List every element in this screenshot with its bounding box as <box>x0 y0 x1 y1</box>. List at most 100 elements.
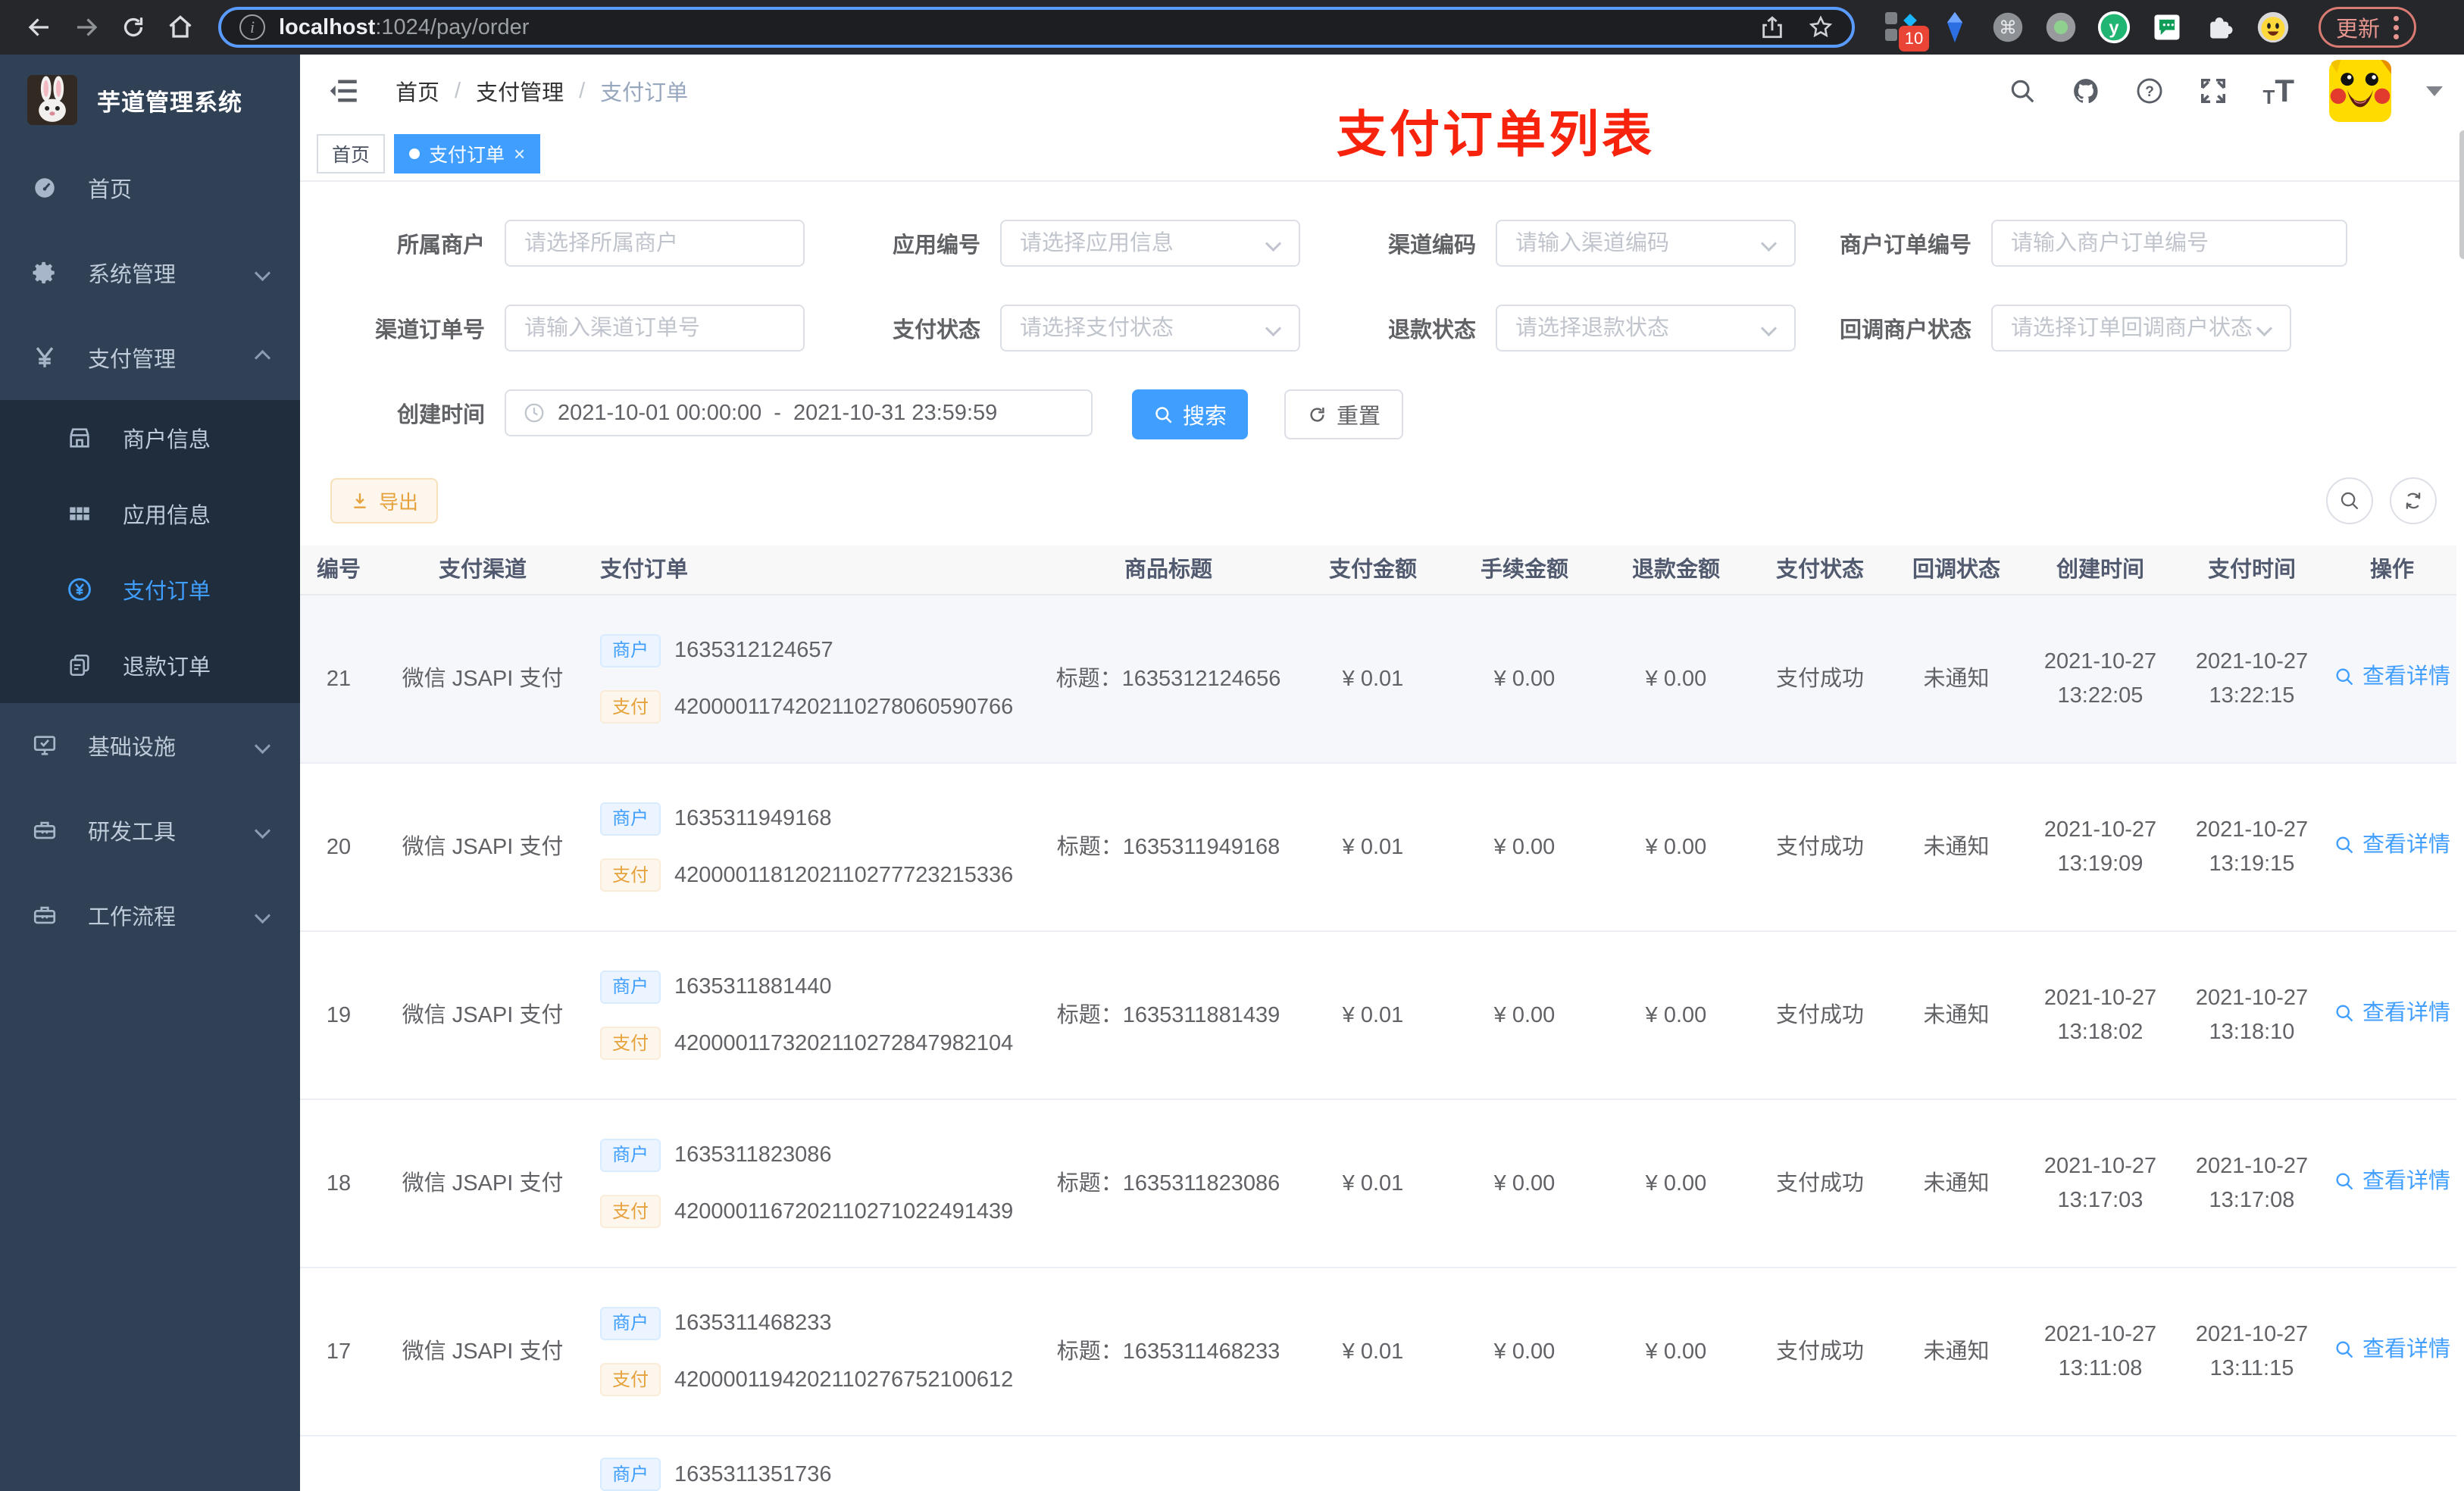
site-info-icon[interactable]: i <box>239 14 265 40</box>
pay-tag: 支付 <box>600 1027 661 1061</box>
view-detail-link[interactable]: 查看详情 <box>2334 828 2450 862</box>
column-回调状态: 回调状态 <box>1912 557 2000 582</box>
column-手续金额: 手续金额 <box>1480 557 1568 582</box>
monitor-icon <box>32 733 58 758</box>
cell-order-no: 商户 1635311881440 支付 4200001173202110272847… <box>570 970 1040 1061</box>
scrollbar[interactable] <box>2459 130 2464 259</box>
export-button[interactable]: 导出 <box>330 478 439 524</box>
column-支付状态: 支付状态 <box>1775 557 1864 582</box>
extensions-puzzle-icon[interactable] <box>2202 9 2238 45</box>
table-row[interactable]: 20 微信 JSAPI 支付 商户 1635311949168 支付 4200001… <box>300 764 2456 932</box>
chevron-down-icon <box>254 822 271 839</box>
bookmark-star-icon[interactable] <box>1808 14 1834 40</box>
cell-channel: 微信 JSAPI 支付 <box>402 834 564 859</box>
forward-icon[interactable] <box>67 8 106 47</box>
hamburger-icon[interactable] <box>329 75 361 107</box>
reset-button[interactable]: 重置 <box>1284 389 1404 439</box>
chevron-down-icon[interactable] <box>2426 86 2443 96</box>
tag-home[interactable]: 首页 <box>317 134 386 173</box>
table-row[interactable]: 17 微信 JSAPI 支付 商户 1635311468233 支付 4200001… <box>300 1268 2456 1436</box>
view-detail-link[interactable]: 查看详情 <box>2334 1164 2450 1199</box>
filter-input-支付状态[interactable] <box>1002 306 1299 350</box>
extension-kite-icon[interactable] <box>1937 9 1973 45</box>
filter-input-所属商户[interactable] <box>506 221 803 265</box>
browser-menu-icon[interactable] <box>2394 15 2400 39</box>
back-icon[interactable] <box>20 8 59 47</box>
view-detail-link[interactable]: 查看详情 <box>2334 1333 2450 1367</box>
breadcrumb-home[interactable]: 首页 <box>396 75 439 107</box>
filter-input-商户订单编号[interactable] <box>1993 221 2346 265</box>
sidebar-item-研发工具[interactable]: 研发工具 <box>0 788 300 873</box>
cell-refund-amount: ¥ 0.00 <box>1645 1339 1707 1364</box>
reload-icon[interactable] <box>114 8 153 47</box>
navbar: 首页 / 支付管理 / 支付订单 支付订单列表 ? TT <box>300 55 2464 162</box>
profile-emoji-icon[interactable] <box>2255 9 2291 45</box>
app-logo[interactable]: 芋道管理系统 <box>0 55 300 145</box>
dashboard-icon <box>32 175 58 201</box>
extension-chat-icon[interactable] <box>2149 9 2185 45</box>
user-avatar[interactable] <box>2329 60 2391 122</box>
header-search-icon[interactable] <box>2008 77 2037 105</box>
extension-y-icon[interactable]: y <box>2096 9 2132 45</box>
filter-渠道编码: 渠道编码 <box>1321 220 1796 267</box>
gear-icon <box>32 260 58 286</box>
cell-order-no: 商户 1635311468233 支付 4200001194202110276752… <box>570 1306 1040 1397</box>
sidebar-item-系统管理[interactable]: 系统管理 <box>0 230 300 315</box>
filter-input-回调商户状态[interactable] <box>1993 306 2290 350</box>
merchant-tag: 商户 <box>600 1458 661 1491</box>
cell-pay-status: 支付成功 <box>1775 1339 1864 1364</box>
fullscreen-icon[interactable] <box>2199 77 2228 105</box>
extension-dot-icon[interactable] <box>2043 9 2079 45</box>
extension-tasks-icon[interactable]: 10 <box>1884 9 1929 52</box>
filter-input-渠道订单号[interactable] <box>506 306 803 350</box>
search-button[interactable]: 搜索 <box>1132 389 1249 439</box>
table-row[interactable]: 18 微信 JSAPI 支付 商户 1635311823086 支付 4200001… <box>300 1100 2456 1268</box>
sidebar-item-首页[interactable]: 首页 <box>0 145 300 230</box>
font-size-icon[interactable]: TT <box>2262 73 2294 109</box>
sidebar-item-基础设施[interactable]: 基础设施 <box>0 703 300 788</box>
browser-update-button[interactable]: 更新 <box>2319 7 2417 48</box>
filter-input-应用编号[interactable] <box>1002 221 1299 265</box>
tag-close-icon[interactable]: × <box>514 142 525 166</box>
home-icon[interactable] <box>161 8 200 47</box>
column-支付时间: 支付时间 <box>2207 557 2296 582</box>
filter-input-退款状态[interactable] <box>1497 306 1794 350</box>
tag-pay-order[interactable]: 支付订单 × <box>394 134 541 173</box>
share-icon[interactable] <box>1759 14 1785 40</box>
refresh-table-button[interactable] <box>2390 477 2437 524</box>
orders-table: 编号 支付渠道 支付订单 商品标题 支付金额 手续金额 退款金额 支付状态 回调状态 创建时间 支付… <box>300 545 2456 1491</box>
extension-command-icon[interactable]: ⌘ <box>1990 9 2026 45</box>
cell-pay-time: 2021-10-27 13:18:10 <box>2195 986 2309 1044</box>
cell-refund-amount: ¥ 0.00 <box>1645 666 1707 691</box>
filter-input-渠道编码[interactable] <box>1497 221 1794 265</box>
table-row[interactable]: 21 微信 JSAPI 支付 商户 1635312124657 支付 4200001… <box>300 595 2456 764</box>
active-dot <box>409 148 421 159</box>
column-退款金额: 退款金额 <box>1631 557 1720 582</box>
cell-channel: 微信 JSAPI 支付 <box>402 1339 564 1364</box>
cell-order-no: 商户 1635312124657 支付 4200001174202110278060… <box>570 633 1040 724</box>
sidebar-item-退款订单[interactable]: 退款订单 <box>0 627 300 703</box>
filter-row-2: 渠道订单号 支付状态 退款状态 回调商户状态 <box>330 305 2456 352</box>
table-row[interactable]: 19 微信 JSAPI 支付 商户 1635311881440 支付 4200001… <box>300 932 2456 1100</box>
toggle-search-button[interactable] <box>2326 477 2373 524</box>
sidebar-item-商户信息[interactable]: 商户信息 <box>0 400 300 476</box>
table-row-partial[interactable]: 商户 1635311351736 <box>300 1436 2456 1491</box>
refresh-icon <box>1307 405 1327 425</box>
sidebar-item-应用信息[interactable]: 应用信息 <box>0 476 300 552</box>
date-range-picker[interactable]: 2021-10-01 00:00:00 - 2021-10-31 23:59:5… <box>505 389 1093 436</box>
update-label: 更新 <box>2336 17 2381 42</box>
merchant-tag: 商户 <box>600 802 661 836</box>
view-detail-link[interactable]: 查看详情 <box>2334 996 2450 1030</box>
breadcrumb-pay[interactable]: 支付管理 <box>476 75 564 107</box>
sidebar-item-支付管理[interactable]: 支付管理 <box>0 315 300 400</box>
view-detail-link[interactable]: 查看详情 <box>2334 660 2450 694</box>
github-icon[interactable] <box>2072 77 2100 105</box>
browser-chrome: i localhost:1024/pay/order 10 ⌘ y 更新 <box>0 0 2464 55</box>
sidebar-submenu: 商户信息 应用信息 支付订单 退款订单 <box>0 400 300 703</box>
address-bar[interactable]: i localhost:1024/pay/order <box>218 7 1855 48</box>
help-icon[interactable]: ? <box>2135 77 2164 105</box>
sidebar-item-支付订单[interactable]: 支付订单 <box>0 552 300 627</box>
merchant-tag: 商户 <box>600 1138 661 1172</box>
extensions-strip: 10 ⌘ y <box>1884 9 2291 52</box>
sidebar-item-工作流程[interactable]: 工作流程 <box>0 873 300 958</box>
